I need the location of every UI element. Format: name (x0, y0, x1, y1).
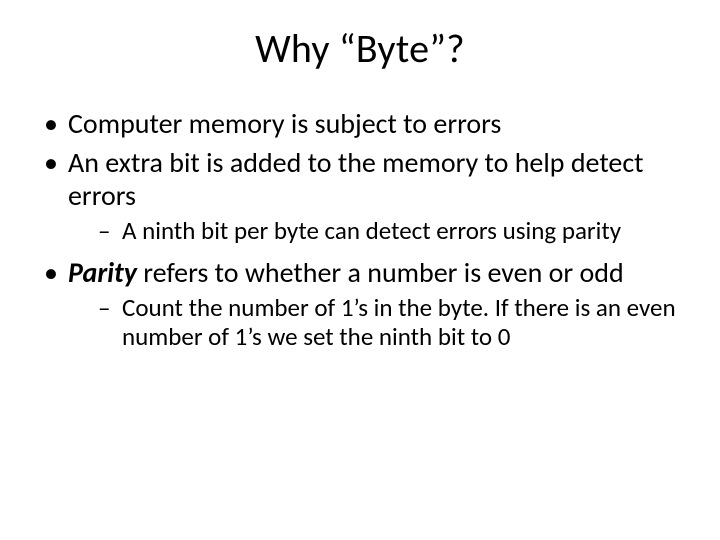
sub-bullet-list: Count the number of 1’s in the byte. If … (68, 293, 680, 352)
bullet-text: Computer memory is subject to errors (68, 106, 501, 141)
bullet-item: Parity refers to whether a number is eve… (40, 256, 680, 352)
sub-bullet-text: Count the number of 1’s in the byte. If … (122, 292, 676, 353)
sub-bullet-item: Count the number of 1’s in the byte. If … (68, 293, 680, 352)
sub-bullet-item: A ninth bit per byte can detect errors u… (68, 216, 680, 246)
bullet-text: refers to whether a number is even or od… (137, 255, 624, 290)
bullet-text: An extra bit is added to the memory to h… (68, 145, 644, 213)
bullet-list: Computer memory is subject to errors An … (40, 107, 680, 352)
slide: Why “Byte”? Computer memory is subject t… (0, 0, 720, 540)
slide-title: Why “Byte”? (40, 24, 680, 73)
bullet-item: Computer memory is subject to errors (40, 107, 680, 140)
sub-bullet-text: A ninth bit per byte can detect errors u… (122, 215, 621, 246)
bullet-text-emphasis: Parity (68, 255, 137, 290)
bullet-item: An extra bit is added to the memory to h… (40, 146, 680, 246)
sub-bullet-list: A ninth bit per byte can detect errors u… (68, 216, 680, 246)
